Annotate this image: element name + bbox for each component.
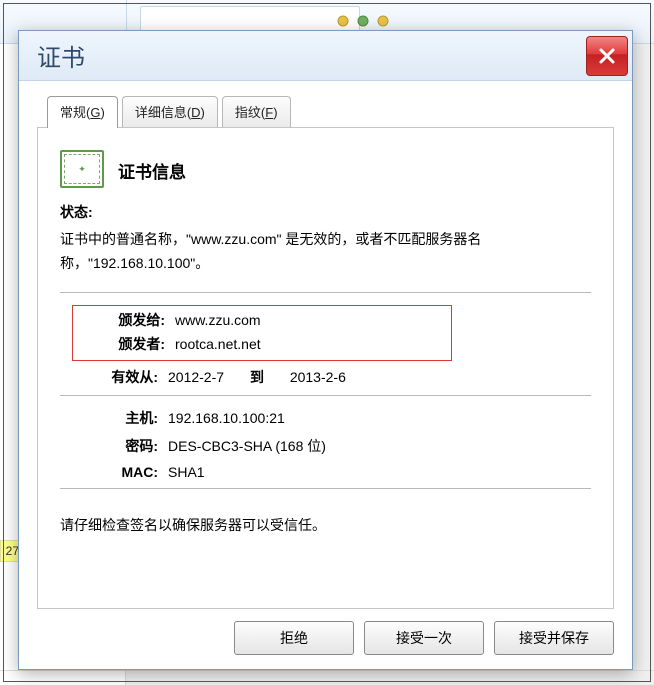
host-value: 192.168.10.100:21 <box>168 410 285 426</box>
cipher-value: DES-CBC3-SHA (168 位) <box>168 436 326 456</box>
tab-label-post: ) <box>100 105 104 120</box>
tab-fingerprint[interactable]: 指纹(F) <box>222 96 291 128</box>
tab-general[interactable]: 常规(G) <box>47 96 118 128</box>
tab-label-post: ) <box>201 105 205 120</box>
issuer-label: 颁发者: <box>79 334 175 354</box>
accept-save-button[interactable]: 接受并保存 <box>494 621 614 655</box>
accept-once-button[interactable]: 接受一次 <box>364 621 484 655</box>
host-label: 主机: <box>72 408 168 428</box>
valid-to-value: 2013-2-6 <box>290 369 346 385</box>
mac-value: SHA1 <box>168 464 205 480</box>
mac-label: MAC: <box>72 464 168 480</box>
valid-from-label: 有效从: <box>72 367 168 387</box>
separator <box>60 395 591 396</box>
tab-label-post: ) <box>273 105 277 120</box>
tabstrip: 常规(G) 详细信息(D) 指纹(F) <box>19 81 632 127</box>
tab-key: G <box>90 105 100 120</box>
dialog-title: 证书 <box>37 38 85 73</box>
valid-from-value: 2012-2-7 <box>168 369 224 385</box>
tab-details[interactable]: 详细信息(D) <box>122 96 218 128</box>
tab-label: 详细信息( <box>135 105 191 120</box>
titlebar: 证书 <box>19 31 632 81</box>
close-button[interactable] <box>586 36 628 76</box>
issuer-value: rootca.net.net <box>175 336 261 352</box>
certificate-dialog: 证书 常规(G) 详细信息(D) 指纹(F) ✦ 证书信息 状态: 证书中的普通… <box>18 30 633 670</box>
tab-label: 指纹( <box>235 105 265 120</box>
cert-info-heading: 证书信息 <box>118 150 186 183</box>
status-label: 状态: <box>60 202 591 222</box>
valid-to-label: 到 <box>228 369 286 385</box>
issued-highlight-box: 颁发给: www.zzu.com 颁发者: rootca.net.net <box>72 305 452 361</box>
issued-to-label: 颁发给: <box>79 310 175 330</box>
tab-label: 常规( <box>60 105 90 120</box>
separator <box>60 292 591 293</box>
tab-key: D <box>191 105 200 120</box>
cipher-label: 密码: <box>72 436 168 456</box>
certificate-icon: ✦ <box>60 150 104 188</box>
dialog-button-row: 拒绝 接受一次 接受并保存 <box>19 609 632 669</box>
footer-note: 请仔细检查签名以确保服务器可以受信任。 <box>60 515 591 535</box>
issued-to-value: www.zzu.com <box>175 312 261 328</box>
close-icon <box>598 47 616 65</box>
status-text: 证书中的普通名称，"www.zzu.com" 是无效的，或者不匹配服务器名称，"… <box>60 228 591 276</box>
tab-content: ✦ 证书信息 状态: 证书中的普通名称，"www.zzu.com" 是无效的，或… <box>37 127 614 609</box>
tab-key: F <box>265 105 273 120</box>
separator <box>60 488 591 489</box>
reject-button[interactable]: 拒绝 <box>234 621 354 655</box>
